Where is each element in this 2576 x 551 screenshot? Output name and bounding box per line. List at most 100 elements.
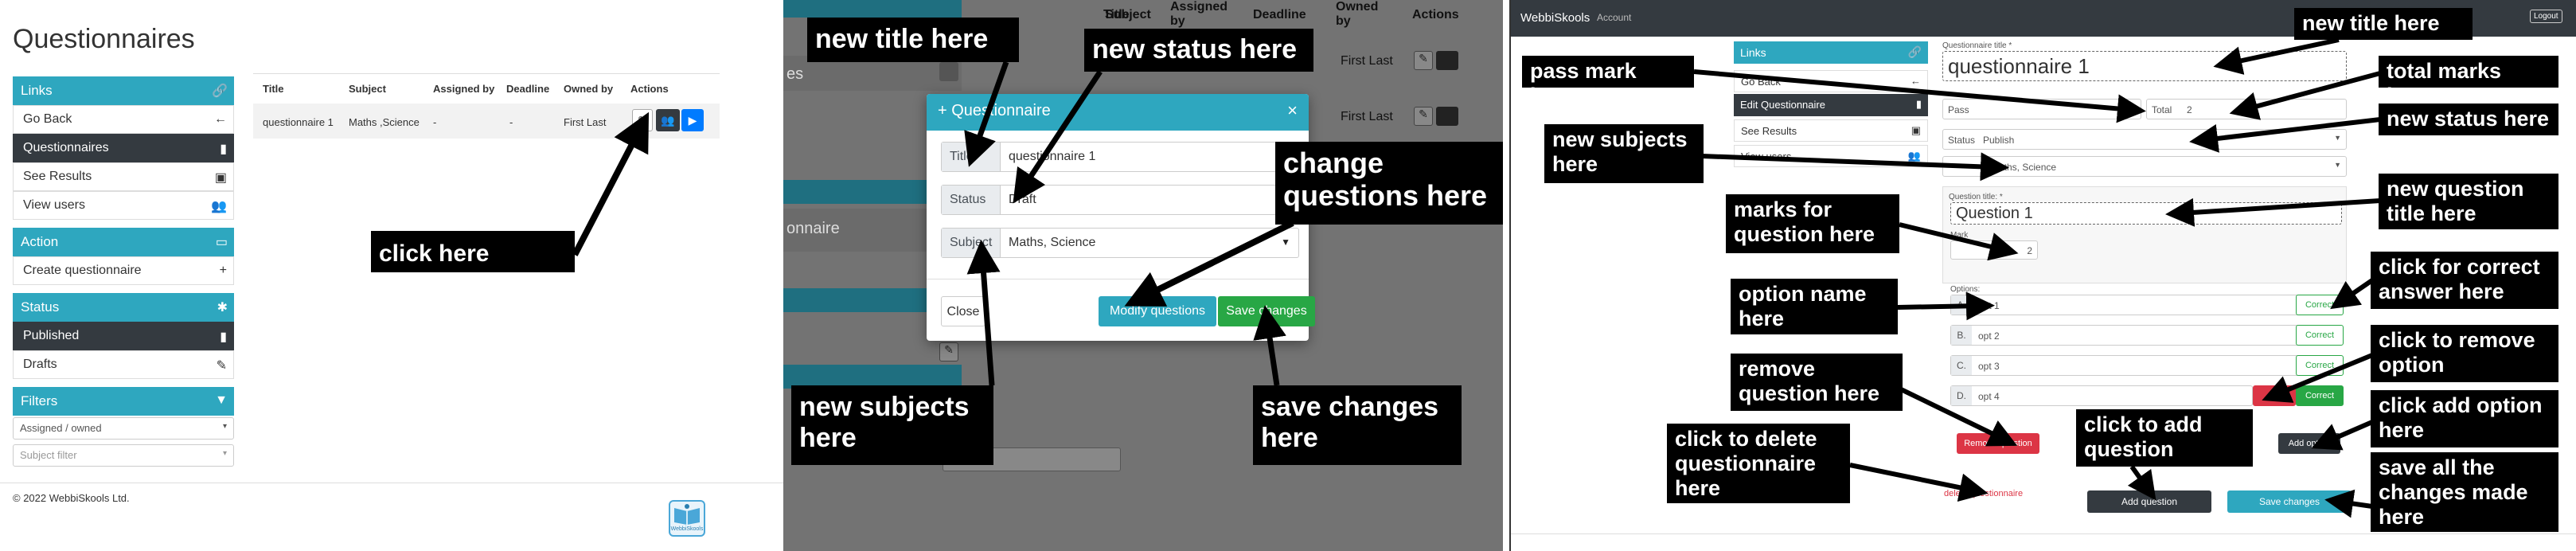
callout-new-title: new title here: [807, 18, 1019, 62]
save-changes-button[interactable]: Save changes: [2227, 490, 2352, 513]
status-select[interactable]: Status Publish ▼: [1942, 129, 2347, 150]
bg-header-deadline: Deadline: [1253, 8, 1306, 21]
sidebar-header-label: Links: [21, 83, 53, 98]
correct-button[interactable]: Correct: [2296, 355, 2344, 376]
callout-add-option: click add option here: [2371, 390, 2558, 447]
field-label: Subject: [942, 229, 1001, 257]
correct-button[interactable]: Correct: [2296, 295, 2344, 315]
sidebar-item-label: Questionnaires: [23, 141, 109, 154]
remove-question-button[interactable]: Remove question: [1957, 433, 2039, 454]
callout-new-subjects: new subjects here: [1544, 124, 1704, 183]
remove-option-button[interactable]: R: [2253, 385, 2296, 406]
sidebar-item-edit-questionnaire[interactable]: Edit Questionnaire ▮: [1734, 94, 1928, 116]
sidebar-item-drafts[interactable]: Drafts ✎: [13, 350, 234, 379]
modal-title: Questionnaire: [951, 102, 1051, 119]
sidebar-item-label: Published: [23, 329, 80, 342]
title-field[interactable]: Title questionnaire 1: [941, 142, 1299, 172]
sidebar-item-label: Create questionnaire: [23, 264, 142, 277]
sidebar-item-go-back[interactable]: Go Back ←: [1734, 70, 1928, 92]
page-title: Questionnaires: [13, 24, 195, 54]
callout-save-changes: save changes here: [1253, 385, 1462, 465]
table-header-title: Title: [263, 83, 284, 95]
field-value: Maths, Science: [1991, 162, 2057, 173]
table-cell-assigned: -: [433, 116, 437, 128]
link-icon: 🔗: [212, 84, 228, 98]
subject-select[interactable]: Subject Maths, Science ▼: [941, 228, 1299, 258]
book-icon: [674, 504, 700, 525]
table-header-actions: Actions: [630, 83, 669, 95]
navbar-brand[interactable]: WebbiSkools: [1520, 11, 1590, 25]
option-row[interactable]: D. opt 4: [1950, 385, 2253, 406]
sidebar-item-questionnaires[interactable]: Questionnaires ▮: [13, 134, 234, 162]
bg-sidebar-header: [783, 0, 962, 18]
field-label: Pass: [1948, 104, 1969, 115]
link-icon: 🔗: [1907, 45, 1922, 58]
add-option-button[interactable]: Add option: [2278, 433, 2340, 454]
users-icon: 👥: [661, 114, 675, 127]
chevron-down-icon: ▼: [2334, 134, 2341, 142]
mark-input[interactable]: 2: [1950, 240, 2038, 260]
option-text: opt 1: [1978, 300, 2000, 311]
close-button[interactable]: Close: [941, 296, 986, 326]
save-changes-button[interactable]: Save changes: [1218, 296, 1315, 326]
sidebar-header-label: Filters: [21, 393, 58, 408]
callout-remove-question: remove question here: [1731, 354, 1903, 411]
chart-icon: ▣: [1911, 124, 1921, 136]
users-icon: 👥: [211, 200, 227, 213]
field-label: Status: [1948, 135, 1976, 146]
modal-header: + Questionnaire ×: [927, 94, 1309, 131]
chevron-down-icon: ▾: [222, 422, 227, 431]
callout-click-here: click here: [371, 231, 575, 272]
close-icon[interactable]: ×: [1287, 100, 1298, 121]
option-letter: B.: [1951, 326, 1972, 345]
status-field[interactable]: Status Draft: [941, 185, 1299, 215]
chevron-down-icon: ▼: [2334, 161, 2341, 169]
field-label: Total: [2152, 104, 2172, 115]
option-row[interactable]: A. opt 1: [1950, 295, 2301, 315]
callout-remove-option: click to remove option: [2371, 325, 2558, 382]
edit-button[interactable]: ✎: [632, 109, 653, 131]
plus-icon: +: [938, 102, 952, 119]
title-input[interactable]: questionnaire 1: [1942, 51, 2347, 81]
field-value: 2: [2187, 104, 2192, 115]
panel-edit-modal: es onnaire Title Subject Assigned by Dea…: [783, 0, 1503, 551]
select-value: Assigned / owned: [20, 422, 102, 434]
pass-mark-field[interactable]: Pass 0: [1942, 99, 2141, 119]
sidebar-item-published[interactable]: Published ▮: [13, 322, 234, 350]
option-letter: D.: [1951, 386, 1972, 405]
assigned-owned-select[interactable]: Assigned / owned ▾: [13, 417, 234, 440]
total-marks-field[interactable]: Total 2: [2146, 99, 2347, 119]
subject-select[interactable]: Maths, Science ▼: [1942, 156, 2347, 177]
callout-new-status: new status here: [2379, 104, 2558, 135]
sidebar-item-see-results[interactable]: See Results ▣: [1734, 119, 1928, 142]
delete-questionnaire-link[interactable]: delete questionnaire: [1944, 489, 2023, 498]
modify-questions-button[interactable]: Modify questions: [1099, 296, 1216, 326]
correct-button[interactable]: Correct: [2296, 325, 2344, 346]
add-question-button[interactable]: Add question: [2087, 490, 2211, 513]
bg-header-actions: Actions: [1412, 8, 1459, 21]
sidebar-item-go-back[interactable]: Go Back ←: [13, 105, 234, 134]
bg-text: es: [786, 65, 804, 83]
sidebar-item-see-results[interactable]: See Results ▣: [13, 162, 234, 191]
option-row[interactable]: B. opt 2: [1950, 325, 2301, 346]
field-value: Draft: [1009, 193, 1036, 206]
table-cell-title: questionnaire 1: [263, 116, 334, 128]
sidebar-item-view-users[interactable]: View users 👥: [1734, 145, 1928, 167]
play-button[interactable]: ▶: [681, 109, 704, 131]
webbiskools-logo: WebbiSkools: [669, 500, 705, 537]
sidebar-item-create-questionnaire[interactable]: Create questionnaire +: [13, 256, 234, 285]
arrow-to-edit: [572, 111, 650, 256]
assign-users-button[interactable]: 👥: [656, 109, 680, 131]
bg-row-owner: First Last: [1341, 110, 1393, 123]
correct-button[interactable]: Correct: [2296, 385, 2344, 406]
sidebar-item-view-users[interactable]: View users 👥: [13, 191, 234, 220]
callout-new-title: new title here: [2294, 8, 2473, 40]
callout-change-questions: change questions here: [1275, 142, 1503, 225]
subject-filter-select[interactable]: Subject filter ▾: [13, 444, 234, 467]
option-row[interactable]: C. opt 3: [1950, 355, 2301, 376]
question-title-input[interactable]: Question 1: [1950, 202, 2342, 225]
options-label: Options:: [1950, 285, 1981, 294]
field-value: 0: [2131, 104, 2137, 115]
logout-button[interactable]: Logout: [2530, 10, 2562, 23]
navbar-account-link[interactable]: Account: [1597, 12, 1631, 23]
